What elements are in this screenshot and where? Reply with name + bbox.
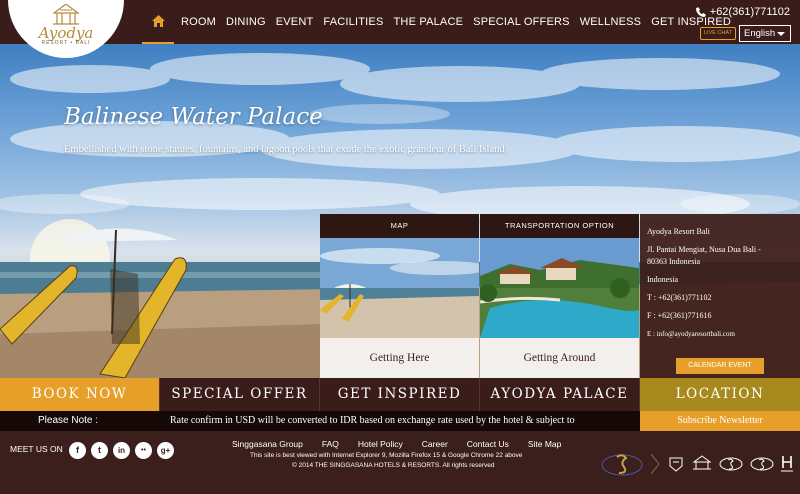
live-chat-button[interactable]: LIVE CHAT	[700, 27, 736, 40]
palace-logo-icon	[52, 4, 80, 25]
subscribe-newsletter-button[interactable]: Subscribe Newsletter	[640, 411, 800, 431]
footer-link-contact-us[interactable]: Contact Us	[467, 439, 509, 449]
special-offer-button[interactable]: SPECIAL OFFER	[160, 378, 320, 411]
nav-item-special-offers[interactable]: SPECIAL OFFERS	[473, 16, 570, 28]
nav-item-wellness[interactable]: WELLNESS	[580, 16, 642, 28]
singgasana-hotel-logo-icon[interactable]	[749, 454, 775, 474]
hotel-brand-crest-icon[interactable]	[666, 454, 686, 474]
browser-note: This site is best viewed with Internet E…	[250, 452, 523, 459]
copyright: © 2014 THE SINGGASANA HOTELS & RESORTS. …	[292, 462, 495, 469]
phone-text: +62(361)771102	[709, 6, 790, 18]
meet-us-label: MEET US ON	[10, 444, 63, 454]
note-text: Rate confirm in USD will be converted to…	[170, 415, 575, 426]
logo-tagline: RESORT • BALI	[41, 40, 91, 46]
chevron-right-icon	[650, 453, 660, 475]
note-ticker: Please Note : Rate confirm in USD will b…	[0, 411, 640, 431]
footer-link-site-map[interactable]: Site Map	[528, 439, 562, 449]
singgasana-group-logo-icon[interactable]	[600, 449, 644, 479]
address-panel: Ayodya Resort Bali Jl. Pantai Mengiat, N…	[640, 214, 800, 378]
linkedin-icon[interactable]: in	[113, 442, 130, 459]
footer-link-faq[interactable]: FAQ	[322, 439, 339, 449]
calendar-event-button[interactable]: CALENDAR EVENT	[676, 358, 764, 374]
map-thumbnail-image	[320, 238, 479, 338]
footer-links: Singgasana Group FAQ Hotel Policy Career…	[232, 439, 580, 449]
map-panel-header: MAP	[320, 214, 479, 238]
get-inspired-button[interactable]: GET INSPIRED	[320, 378, 480, 411]
address-country: Indonesia	[647, 275, 679, 284]
language-value: English	[744, 28, 776, 39]
top-header: Ayodya RESORT • BALI ROOM DINING EVENT F…	[0, 0, 800, 58]
address-street: Jl. Pantai Mengiat, Nusa Dua Bali -	[647, 245, 761, 254]
telephone: T : +62(361)771102	[647, 293, 712, 302]
location-button[interactable]: LOCATION	[640, 378, 800, 411]
google-plus-icon[interactable]: g+	[157, 442, 174, 459]
resort-pool-thumbnail-image	[480, 238, 639, 338]
note-label: Please Note :	[38, 415, 99, 426]
nav-item-facilities[interactable]: FACILITIES	[323, 16, 383, 28]
transportation-panel-header: TRANSPORTATION OPTION	[480, 214, 639, 238]
address-postal: 80363 Indonesia	[647, 257, 701, 266]
twitter-icon[interactable]: t	[91, 442, 108, 459]
phone-number[interactable]: +62(361)771102	[695, 6, 790, 18]
home-icon	[151, 15, 165, 27]
social-links: f t in •• g+	[69, 442, 174, 459]
footer-link-hotel-policy[interactable]: Hotel Policy	[358, 439, 403, 449]
hero-subtitle: Embellished with stone statues, fountain…	[64, 144, 505, 155]
singgasana-brand-logo-icon[interactable]	[718, 454, 744, 474]
logo-name: Ayodya	[38, 24, 94, 42]
resort-name: Ayodya Resort Bali	[647, 227, 710, 236]
hotel-h-logo-icon[interactable]	[780, 453, 794, 475]
flickr-icon[interactable]: ••	[135, 442, 152, 459]
nav-item-dining[interactable]: DINING	[226, 16, 266, 28]
book-now-button[interactable]: BOOK NOW	[0, 378, 160, 411]
action-bar: BOOK NOW SPECIAL OFFER GET INSPIRED AYOD…	[0, 378, 800, 411]
language-select[interactable]: English	[739, 25, 791, 42]
transportation-panel[interactable]: TRANSPORTATION OPTION Getting Around	[480, 214, 639, 378]
map-panel[interactable]: MAP Getting Here	[320, 214, 479, 378]
ayodya-palace-button[interactable]: AYODYA PALACE	[480, 378, 640, 411]
nav-item-the-palace[interactable]: THE PALACE	[394, 16, 464, 28]
nav-item-room[interactable]: ROOM	[181, 16, 216, 28]
facebook-icon[interactable]: f	[69, 442, 86, 459]
footer-link-career[interactable]: Career	[422, 439, 448, 449]
ayodya-brand-logo-icon[interactable]	[691, 454, 713, 474]
getting-around-link[interactable]: Getting Around	[480, 338, 639, 378]
hero-title: Balinese Water Palace	[64, 104, 323, 130]
caret-down-icon	[777, 32, 785, 36]
nav-item-event[interactable]: EVENT	[276, 16, 314, 28]
fax: F : +62(361)771616	[647, 311, 712, 320]
main-nav: ROOM DINING EVENT FACILITIES THE PALACE …	[142, 0, 736, 44]
group-brand-logos	[600, 449, 794, 479]
phone-icon	[695, 7, 706, 17]
footer: MEET US ON f t in •• g+ Singgasana Group…	[0, 431, 800, 494]
email-link[interactable]: E : info@ayodyaresortbali.com	[647, 328, 800, 340]
home-button[interactable]	[142, 0, 174, 44]
footer-link-singgasana-group[interactable]: Singgasana Group	[232, 439, 303, 449]
getting-here-link[interactable]: Getting Here	[320, 338, 479, 378]
